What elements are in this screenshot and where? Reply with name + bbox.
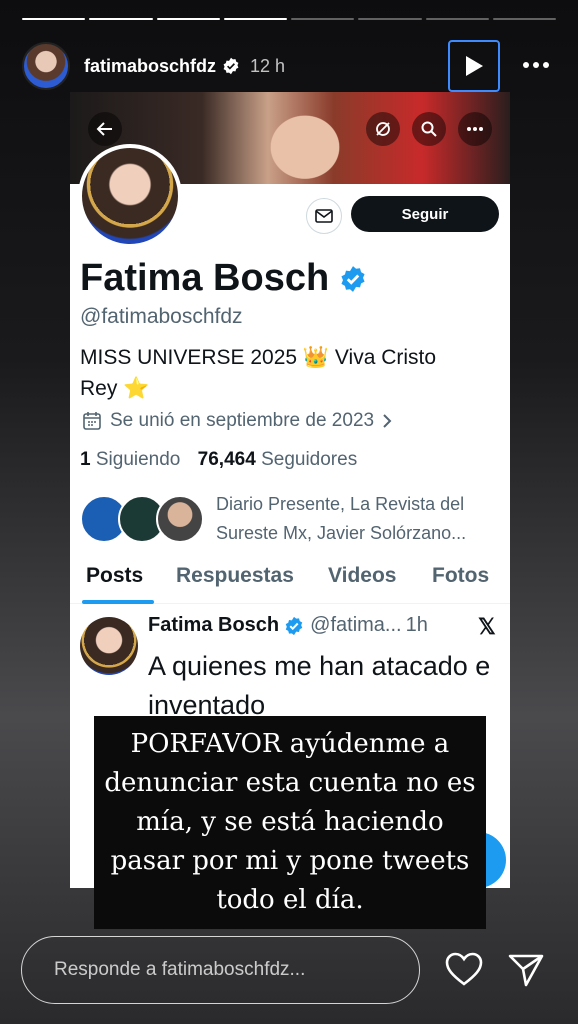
tab-posts[interactable]: Posts (86, 564, 143, 588)
story-header: fatimaboschfdz 12 h (22, 38, 558, 94)
followers-count[interactable]: 76,464 (198, 449, 256, 470)
follow-button[interactable]: Seguir (351, 196, 499, 232)
progress-segment (223, 18, 287, 20)
banner-photo (245, 92, 365, 184)
play-button[interactable] (448, 40, 500, 92)
reply-input[interactable]: Responde a fatimaboschfdz... (21, 936, 420, 1004)
message-button[interactable] (306, 198, 342, 234)
send-icon[interactable] (506, 950, 546, 990)
followed-by-line: Sureste Mx, Javier Solórzano... (216, 523, 467, 543)
more-dots-icon (523, 62, 529, 68)
more-options-button[interactable] (516, 50, 556, 80)
follow-counts: 1 Siguiendo 76,464 Seguidores (80, 449, 357, 471)
joined-date: Se unió en septiembre de 2023 (82, 410, 392, 432)
verified-badge-icon (285, 616, 303, 635)
story-username[interactable]: fatimaboschfdz (84, 56, 216, 77)
profile-tabs: Posts Respuestas Videos Fotos (70, 564, 510, 604)
following-label[interactable]: Siguiendo (96, 449, 181, 470)
tweet-author[interactable]: Fatima Bosch (148, 614, 279, 637)
followed-by-text: Diario Presente, La Revista del Sureste … (216, 490, 466, 548)
profile-avatar[interactable] (78, 144, 182, 248)
followed-by-line: Diario Presente, La Revista del (216, 494, 465, 514)
search-icon[interactable] (412, 112, 446, 146)
bio-line: Rey ⭐ (80, 377, 150, 400)
more-icon[interactable] (458, 112, 492, 146)
story-time: 12 h (250, 55, 286, 76)
reply-placeholder: Responde a fatimaboschfdz... (54, 959, 306, 980)
grok-icon[interactable] (366, 112, 400, 146)
verified-badge-icon (341, 265, 365, 292)
more-dots-icon (533, 62, 539, 68)
tweet-text: A quienes me han atacado e inventado (148, 651, 491, 720)
calendar-icon (83, 412, 101, 430)
progress-segment (425, 18, 489, 20)
active-tab-indicator (82, 600, 154, 604)
tab-respuestas[interactable]: Respuestas (176, 564, 294, 588)
following-count[interactable]: 1 (80, 449, 91, 470)
tweet-time: 1h (405, 614, 428, 636)
progress-segment (22, 18, 86, 20)
followed-by-row[interactable]: Diario Presente, La Revista del Sureste … (80, 490, 500, 548)
envelope-icon (315, 209, 333, 223)
tweet-header: Fatima Bosch @fatima... 1h (148, 614, 428, 637)
verified-badge-icon (223, 57, 239, 75)
progress-segment (291, 18, 355, 20)
bio-line: MISS UNIVERSE 2025 👑 Viva Cristo (80, 346, 437, 369)
progress-segment (358, 18, 422, 20)
story-caption: PORFAVOR ayúdenme a denunciar esta cuent… (94, 716, 486, 929)
joined-text: Se unió en septiembre de 2023 (110, 410, 375, 431)
profile-name-row: Fatima Bosch (80, 257, 367, 300)
followers-label[interactable]: Seguidores (261, 449, 357, 470)
tab-videos[interactable]: Videos (328, 564, 396, 588)
story-avatar[interactable] (22, 42, 70, 90)
chevron-right-icon[interactable] (382, 413, 392, 429)
story-progress-bar (22, 18, 556, 20)
play-icon (466, 56, 483, 76)
tweet-avatar[interactable] (80, 617, 138, 675)
more-dots-icon (543, 62, 549, 68)
heart-icon[interactable] (444, 950, 484, 990)
tweet-handle: @fatima... (310, 614, 402, 636)
back-arrow-icon[interactable] (88, 112, 122, 146)
profile-name: Fatima Bosch (80, 257, 330, 299)
tab-fotos[interactable]: Fotos (432, 564, 489, 588)
x-logo-icon: 𝕏 (478, 614, 496, 639)
profile-handle: @fatimaboschfdz (80, 305, 243, 328)
progress-segment (156, 18, 220, 20)
profile-bio: MISS UNIVERSE 2025 👑 Viva Cristo Rey ⭐ (80, 342, 500, 404)
progress-segment (89, 18, 153, 20)
progress-segment (492, 18, 556, 20)
caption-text: PORFAVOR ayúdenme a denunciar esta cuent… (104, 729, 476, 915)
follower-avatar (156, 495, 204, 543)
